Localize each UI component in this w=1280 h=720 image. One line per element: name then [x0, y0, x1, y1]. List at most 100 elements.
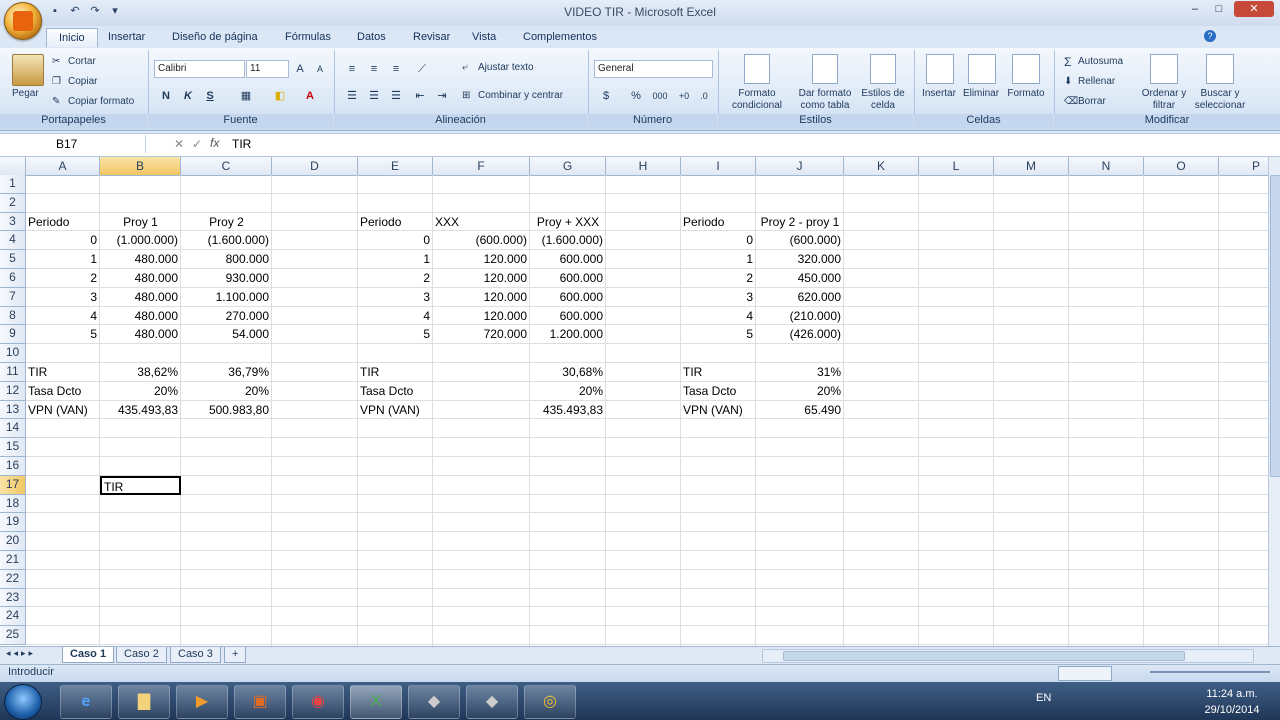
align-bottom-icon[interactable]: ≡ — [386, 60, 406, 78]
row-header-18[interactable]: 18 — [0, 494, 26, 514]
column-header-n[interactable]: N — [1069, 157, 1144, 176]
cell-a4[interactable]: 0 — [26, 231, 100, 250]
find-select-button[interactable]: Buscar y seleccionar — [1190, 88, 1250, 112]
powerpoint-icon[interactable]: ▣ — [234, 685, 286, 719]
fill-button[interactable]: Rellenar — [1078, 76, 1115, 88]
row-header-20[interactable]: 20 — [0, 532, 26, 551]
italic-button[interactable]: K — [178, 87, 198, 105]
font-color-icon[interactable]: A — [300, 87, 320, 105]
excel-taskbar-icon[interactable]: X — [350, 685, 402, 719]
cell-f3[interactable]: XXX — [433, 213, 530, 232]
align-left-icon[interactable]: ☰ — [342, 87, 362, 105]
cell-b17[interactable]: TIR — [100, 475, 181, 495]
bold-button[interactable]: N — [156, 87, 176, 105]
cell-i7[interactable]: 3 — [681, 288, 756, 307]
autosum-button[interactable]: Autosuma — [1078, 56, 1123, 68]
cell-i9[interactable]: 5 — [681, 325, 756, 344]
language-indicator[interactable]: EN — [1036, 692, 1051, 704]
cell-b4[interactable]: (1.000.000) — [100, 231, 181, 250]
paste-icon[interactable] — [12, 54, 44, 86]
cell-a12[interactable]: Tasa Dcto — [26, 382, 100, 401]
tab-insertar[interactable]: Insertar — [96, 28, 157, 46]
cell-c9[interactable]: 54.000 — [181, 325, 272, 344]
cell-j9[interactable]: (426.000) — [756, 325, 844, 344]
cell-i3[interactable]: Periodo — [681, 213, 756, 232]
cell-j8[interactable]: (210.000) — [756, 307, 844, 326]
app-taskbar-icon-3[interactable]: ◎ — [524, 685, 576, 719]
cell-j3[interactable]: Proy 2 - proy 1 — [756, 213, 844, 232]
sheet-tab-caso-1[interactable]: Caso 1 — [62, 647, 115, 663]
tab-vista[interactable]: Vista — [460, 28, 508, 46]
row-header-12[interactable]: 12 — [0, 381, 26, 401]
format-painter-button[interactable]: Copiar formato — [68, 96, 134, 108]
column-header-i[interactable]: I — [681, 157, 756, 176]
align-top-icon[interactable]: ≡ — [342, 60, 362, 78]
row-header-24[interactable]: 24 — [0, 607, 26, 627]
fill-color-icon[interactable]: ◧ — [270, 87, 290, 105]
cell-g3[interactable]: Proy + XXX — [530, 213, 606, 232]
office-button[interactable] — [4, 2, 42, 40]
row-header-21[interactable]: 21 — [0, 551, 26, 570]
cell-a7[interactable]: 3 — [26, 288, 100, 307]
orientation-icon[interactable]: ⟋ — [412, 60, 432, 78]
vertical-scroll-thumb[interactable] — [1270, 175, 1280, 477]
media-player-icon[interactable]: ▶ — [176, 685, 228, 719]
shrink-font-icon[interactable]: A — [310, 60, 330, 78]
column-header-c[interactable]: C — [181, 157, 272, 176]
cell-g4[interactable]: (1.600.000) — [530, 231, 606, 250]
delete-cells-button[interactable]: Eliminar — [960, 88, 1002, 100]
column-header-p[interactable]: P — [1219, 157, 1268, 176]
cell-c12[interactable]: 20% — [181, 382, 272, 401]
cancel-entry-icon[interactable]: ✕ — [174, 137, 184, 151]
row-header-6[interactable]: 6 — [0, 269, 26, 288]
increase-decimal-icon[interactable]: +0 — [674, 87, 694, 105]
cell-a6[interactable]: 2 — [26, 269, 100, 288]
close-icon[interactable]: ✕ — [1234, 1, 1274, 17]
cell-a9[interactable]: 5 — [26, 325, 100, 344]
formula-input[interactable]: TIR — [232, 135, 251, 153]
borders-icon[interactable]: ▦ — [236, 87, 256, 105]
cell-f8[interactable]: 120.000 — [433, 307, 530, 326]
cell-f7[interactable]: 120.000 — [433, 288, 530, 307]
font-name-select[interactable]: Calibri — [154, 60, 245, 78]
conditional-format-button[interactable]: Formato condicional — [724, 88, 790, 112]
cell-f4[interactable]: (600.000) — [433, 231, 530, 250]
app-taskbar-icon-1[interactable]: ◆ — [408, 685, 460, 719]
cell-c6[interactable]: 930.000 — [181, 269, 272, 288]
cell-e6[interactable]: 2 — [358, 269, 433, 288]
cell-g6[interactable]: 600.000 — [530, 269, 606, 288]
cell-b9[interactable]: 480.000 — [100, 325, 181, 344]
row-header-23[interactable]: 23 — [0, 588, 26, 608]
cell-g11[interactable]: 30,68% — [530, 363, 606, 382]
cell-i13[interactable]: VPN (VAN) — [681, 401, 756, 420]
sort-filter-button[interactable]: Ordenar y filtrar — [1140, 88, 1188, 112]
format-table-button[interactable]: Dar formato como tabla — [792, 88, 858, 112]
align-right-icon[interactable]: ☰ — [386, 87, 406, 105]
row-header-3[interactable]: 3 — [0, 212, 26, 232]
spreadsheet-grid[interactable]: ABCDEFGHIJKLMNOP 1 2 3 4 5 6 7 8 9 10 11 12 13 14 15 16… — [0, 157, 1268, 646]
cell-j4[interactable]: (600.000) — [756, 231, 844, 250]
cell-a5[interactable]: 1 — [26, 250, 100, 269]
cell-c4[interactable]: (1.600.000) — [181, 231, 272, 250]
cell-b3[interactable]: Proy 1 — [100, 213, 181, 232]
clear-button[interactable]: Borrar — [1078, 96, 1106, 108]
row-header-9[interactable]: 9 — [0, 325, 26, 345]
cell-e8[interactable]: 4 — [358, 307, 433, 326]
percent-button[interactable]: % — [626, 87, 646, 105]
row-header-4[interactable]: 4 — [0, 231, 26, 251]
row-header-7[interactable]: 7 — [0, 287, 26, 307]
row-header-25[interactable]: 25 — [0, 626, 26, 645]
cell-a3[interactable]: Periodo — [26, 213, 100, 232]
column-header-g[interactable]: G — [530, 157, 606, 176]
column-header-d[interactable]: D — [272, 157, 358, 176]
column-header-h[interactable]: H — [606, 157, 681, 176]
decrease-indent-icon[interactable]: ⇤ — [410, 87, 430, 105]
cell-i11[interactable]: TIR — [681, 363, 756, 382]
cell-e5[interactable]: 1 — [358, 250, 433, 269]
cell-b11[interactable]: 38,62% — [100, 363, 181, 382]
cell-e13[interactable]: VPN (VAN) — [358, 401, 433, 420]
sheet-tab-caso-3[interactable]: Caso 3 — [170, 647, 221, 663]
row-header-14[interactable]: 14 — [0, 419, 26, 439]
start-button[interactable] — [4, 684, 42, 720]
cell-b8[interactable]: 480.000 — [100, 307, 181, 326]
